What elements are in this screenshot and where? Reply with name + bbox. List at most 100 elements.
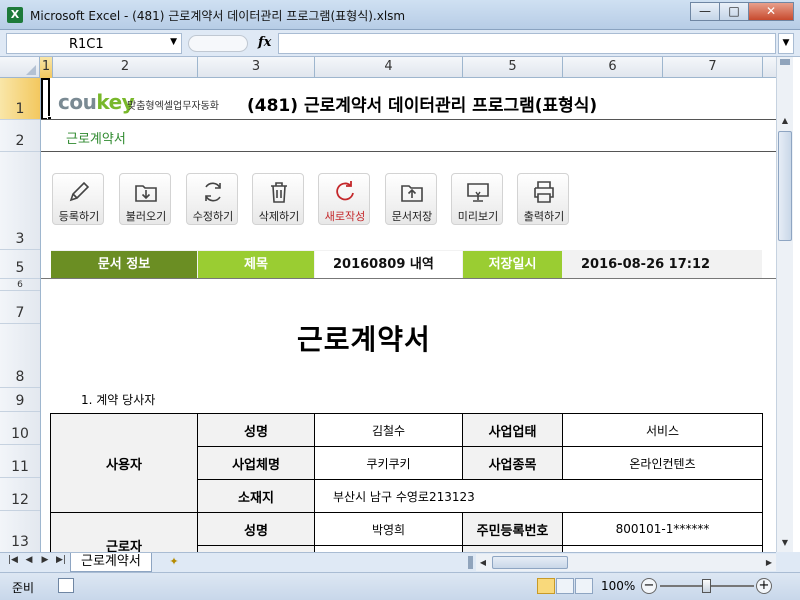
- column-header[interactable]: 5: [463, 57, 563, 78]
- row-header[interactable]: 12: [0, 478, 40, 511]
- vertical-scrollbar[interactable]: ▲ ▼: [776, 57, 793, 552]
- pencil-icon: [69, 181, 90, 202]
- program-heading: (481) 근로계약서 데이터관리 프로그램(표형식): [247, 96, 598, 116]
- zoom-in-icon[interactable]: +: [756, 578, 772, 594]
- status-bar: 준비 100% − +: [0, 572, 800, 600]
- register-button[interactable]: 등록하기: [52, 173, 104, 225]
- column-header[interactable]: 1: [40, 57, 53, 78]
- name-box[interactable]: R1C1 ▼: [6, 33, 182, 54]
- save-document-label: 문서저장: [391, 210, 433, 223]
- row-header[interactable]: 2: [0, 120, 40, 152]
- active-cell[interactable]: [41, 78, 50, 120]
- coukey-logo: coukey: [58, 90, 135, 114]
- zoom-out-icon[interactable]: −: [641, 578, 657, 594]
- worksheet-grid[interactable]: coukey 맞춤형엑셀업무자동화 (481) 근로계약서 데이터관리 프로그램…: [41, 78, 776, 552]
- sheet-subtitle: 근로계약서: [66, 132, 126, 147]
- split-handle[interactable]: [780, 59, 790, 65]
- table-cell[interactable]: 부산시 남구 수영로213123: [314, 479, 763, 513]
- formula-bar-divider: [188, 35, 248, 52]
- horizontal-scrollbar[interactable]: ◀ ▶: [476, 554, 776, 571]
- normal-view-icon[interactable]: [537, 578, 555, 594]
- title-value[interactable]: 20160809 내역: [315, 251, 462, 278]
- next-sheet-icon[interactable]: ▶: [38, 555, 52, 565]
- section-heading: 1. 계약 당사자: [81, 393, 156, 407]
- subtitle-divider: [41, 151, 776, 152]
- formula-input[interactable]: [278, 33, 776, 54]
- trash-icon: [271, 182, 287, 203]
- zoom-level[interactable]: 100%: [601, 579, 635, 593]
- window-title: Microsoft Excel - (481) 근로계약서 데이터관리 프로그램…: [30, 9, 406, 23]
- first-sheet-icon[interactable]: |◀: [6, 555, 20, 565]
- column-header[interactable]: 4: [315, 57, 463, 78]
- vertical-scroll-thumb[interactable]: [778, 131, 792, 241]
- horizontal-scroll-thumb[interactable]: [492, 556, 568, 569]
- last-sheet-icon[interactable]: ▶|: [54, 555, 68, 565]
- close-button[interactable]: ✕: [748, 2, 794, 21]
- contract-title: 근로계약서: [297, 323, 431, 356]
- doc-info-label: 문서 정보: [51, 251, 197, 278]
- delete-label: 삭제하기: [258, 210, 300, 223]
- employee-group-cell: 근로자: [50, 512, 198, 552]
- row-header[interactable]: 11: [0, 445, 40, 478]
- save-document-button[interactable]: 문서저장: [385, 173, 437, 225]
- zoom-slider-knob[interactable]: [702, 579, 711, 593]
- row-header[interactable]: 3: [0, 152, 40, 250]
- contract-parties-table: 사용자 성명 김철수 사업업태 서비스 사업체명 쿠키쿠키 사업종목 온라인컨텐…: [50, 413, 763, 552]
- scroll-left-icon[interactable]: ◀: [476, 554, 490, 571]
- table-row: 사용자 성명 김철수 사업업태 서비스: [50, 413, 763, 513]
- row-header[interactable]: 8: [0, 324, 40, 388]
- scroll-right-icon[interactable]: ▶: [762, 554, 776, 571]
- macro-record-icon[interactable]: [58, 578, 74, 593]
- column-header[interactable]: 7: [663, 57, 763, 78]
- saved-label: 저장일시: [463, 251, 562, 278]
- row-header[interactable]: 5: [0, 250, 40, 279]
- page-layout-view-icon[interactable]: [556, 578, 574, 594]
- new-document-button[interactable]: 새로작성: [318, 173, 370, 225]
- saved-value[interactable]: 2016-08-26 17:12: [563, 251, 762, 278]
- chevron-down-icon[interactable]: ▼: [170, 37, 177, 47]
- load-label: 불러오기: [125, 210, 167, 223]
- row-header[interactable]: 10: [0, 412, 40, 445]
- info-divider: [41, 278, 776, 279]
- window-controls: — □ ✕: [690, 2, 794, 21]
- column-header[interactable]: 3: [198, 57, 315, 78]
- refresh-icon: [205, 182, 221, 202]
- folder-download-icon: [135, 185, 157, 202]
- maximize-button[interactable]: □: [719, 2, 749, 21]
- tab-split-handle[interactable]: [468, 556, 473, 569]
- table-cell[interactable]: 서비스: [562, 413, 763, 447]
- monitor-icon: [467, 183, 489, 202]
- delete-button[interactable]: 삭제하기: [252, 173, 304, 225]
- row-header[interactable]: 1: [0, 78, 40, 120]
- scroll-down-icon[interactable]: ▼: [777, 535, 793, 551]
- table-cell: 사업체명: [197, 446, 315, 480]
- edit-button[interactable]: 수정하기: [186, 173, 238, 225]
- table-cell: 성명: [197, 512, 315, 546]
- insert-function-icon[interactable]: fx: [258, 35, 271, 50]
- sheet-tab-active[interactable]: 근로계약서: [70, 553, 152, 572]
- table-cell[interactable]: 800101-1******: [562, 512, 763, 546]
- edit-label: 수정하기: [192, 210, 234, 223]
- page-break-preview-icon[interactable]: [575, 578, 593, 594]
- scrollbar-corner: [776, 552, 800, 572]
- print-button[interactable]: 출력하기: [517, 173, 569, 225]
- table-cell[interactable]: 쿠키쿠키: [314, 446, 463, 480]
- load-button[interactable]: 불러오기: [119, 173, 171, 225]
- minimize-button[interactable]: —: [690, 2, 720, 21]
- row-header[interactable]: 6: [0, 279, 40, 291]
- insert-sheet-icon[interactable]: ✦: [163, 555, 185, 570]
- column-header[interactable]: 2: [53, 57, 198, 78]
- row-header[interactable]: 7: [0, 291, 40, 324]
- column-header[interactable]: 6: [563, 57, 663, 78]
- excel-app-icon[interactable]: X: [7, 7, 23, 23]
- table-cell[interactable]: 온라인컨텐츠: [562, 446, 763, 480]
- table-cell[interactable]: 박영희: [314, 512, 463, 546]
- preview-button[interactable]: 미리보기: [451, 173, 503, 225]
- expand-formula-bar-icon[interactable]: ▼: [778, 33, 794, 54]
- table-cell[interactable]: 김철수: [314, 413, 463, 447]
- select-all-corner[interactable]: [0, 57, 40, 78]
- row-header[interactable]: 13: [0, 511, 40, 552]
- scroll-up-icon[interactable]: ▲: [777, 113, 793, 129]
- row-header[interactable]: 9: [0, 388, 40, 412]
- prev-sheet-icon[interactable]: ◀: [22, 555, 36, 565]
